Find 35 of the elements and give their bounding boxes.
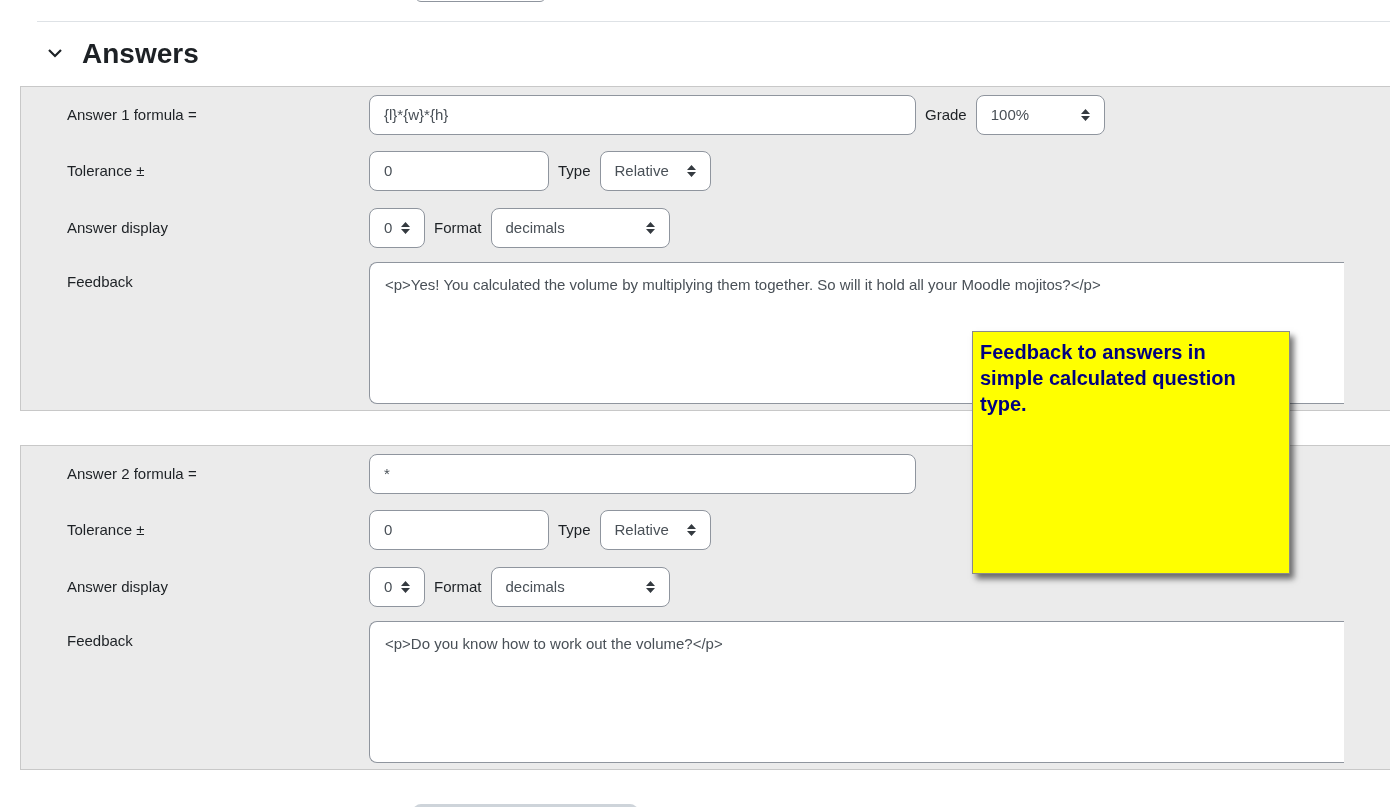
dropdown-arrows-icon bbox=[645, 222, 655, 234]
formula-input[interactable]: {l}*{w}*{h} bbox=[369, 95, 916, 135]
feedback-textarea[interactable]: <p>Do you know how to work out the volume?</p> bbox=[369, 621, 1344, 763]
dropdown-arrows-icon bbox=[686, 165, 696, 177]
type-select[interactable]: Relative bbox=[599, 510, 711, 550]
field-label: Tolerance ± bbox=[67, 162, 145, 179]
dropdown-arrows-icon bbox=[686, 524, 696, 536]
display-select[interactable]: 0 bbox=[369, 208, 425, 248]
field-label: Answer 1 formula = bbox=[67, 106, 197, 123]
tolerance-input[interactable]: 0 bbox=[369, 510, 549, 550]
format-select[interactable]: decimals bbox=[490, 567, 670, 607]
field-label: Type bbox=[558, 519, 591, 540]
grade-select[interactable]: 100% bbox=[975, 95, 1105, 135]
field-label: Answer 2 formula = bbox=[67, 465, 197, 482]
field-label: Feedback bbox=[67, 632, 133, 649]
field-label: Feedback bbox=[67, 273, 133, 290]
dropdown-arrows-icon bbox=[1080, 109, 1090, 121]
field-label: Tolerance ± bbox=[67, 521, 145, 538]
note-tooltip: Feedback to answers in simple calculated question type. bbox=[972, 331, 1290, 574]
tolerance-input[interactable]: 0 bbox=[369, 151, 549, 191]
dropdown-arrows-icon bbox=[401, 222, 410, 234]
dropdown-arrows-icon bbox=[645, 581, 655, 593]
field-label: Type bbox=[558, 160, 591, 181]
field-label: Format bbox=[434, 576, 482, 597]
field-label: Answer display bbox=[67, 578, 168, 595]
format-select[interactable]: decimals bbox=[490, 208, 670, 248]
chevron-icon[interactable] bbox=[47, 48, 63, 60]
dropdown-arrows-icon bbox=[401, 581, 410, 593]
field-label: Answer display bbox=[67, 219, 168, 236]
type-select[interactable]: Relative bbox=[599, 151, 711, 191]
formula-input[interactable]: * bbox=[369, 454, 916, 494]
field-label: Grade bbox=[925, 104, 967, 125]
field-label: Format bbox=[434, 217, 482, 238]
display-select[interactable]: 0 bbox=[369, 567, 425, 607]
section-heading: Answers bbox=[82, 37, 199, 71]
